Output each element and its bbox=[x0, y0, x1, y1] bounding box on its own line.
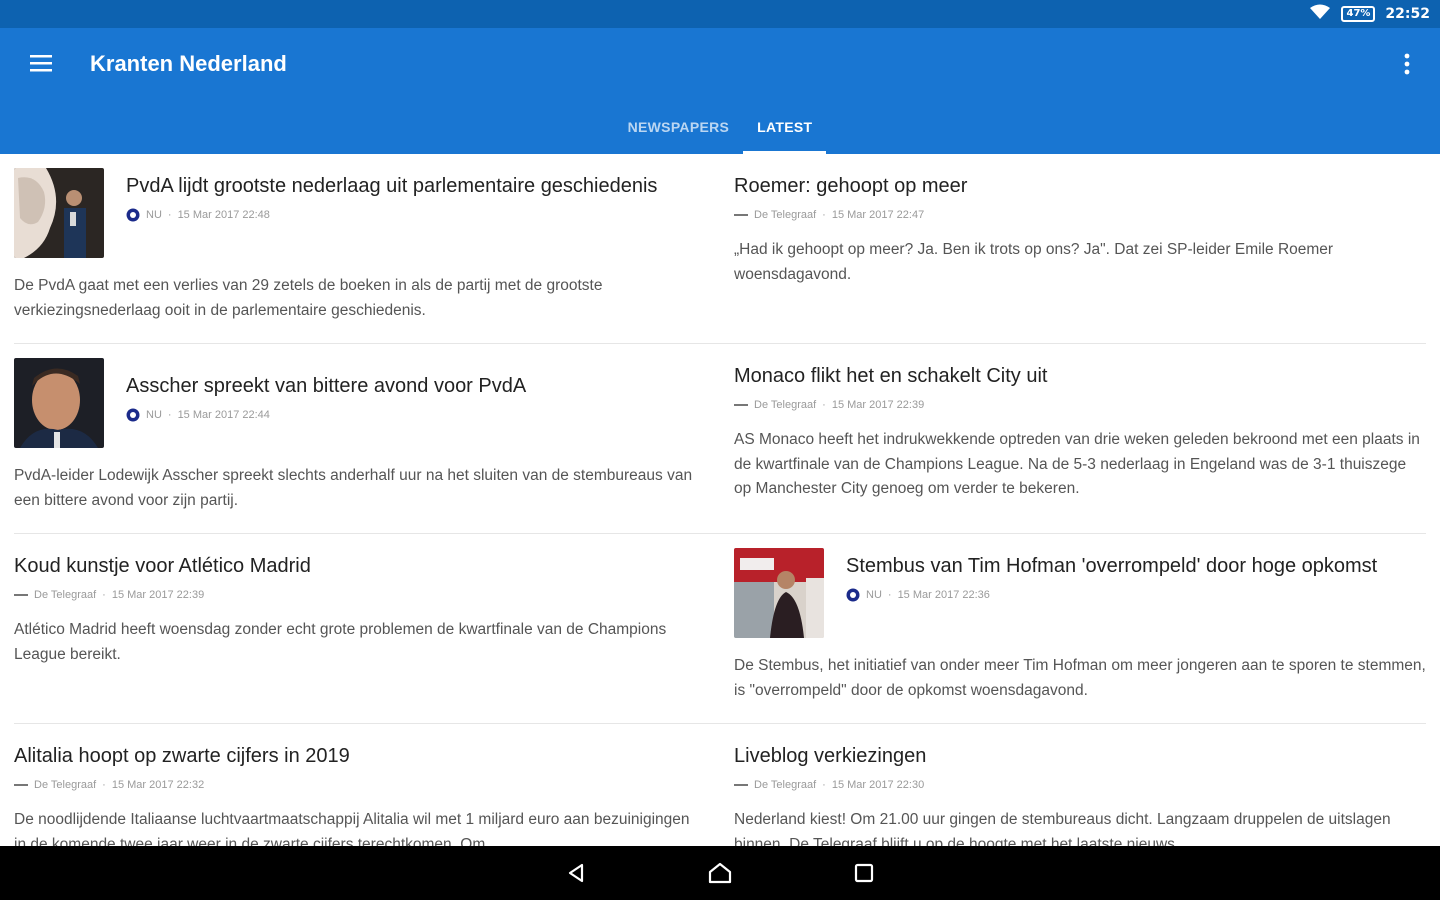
article-title: Koud kunstje voor Atlético Madrid bbox=[14, 555, 311, 577]
article-meta: De Telegraaf · 15 Mar 2017 22:32 bbox=[14, 778, 700, 792]
article-title: Roemer: gehoopt op meer bbox=[734, 175, 968, 197]
meta-separator: · bbox=[887, 589, 892, 601]
home-icon bbox=[708, 862, 732, 884]
recents-button[interactable] bbox=[847, 856, 881, 890]
article-thumbnail bbox=[14, 358, 104, 448]
recents-icon bbox=[854, 863, 874, 883]
article-excerpt: „Had ik gehoopt op meer? Ja. Ben ik trot… bbox=[734, 241, 1334, 283]
article-card[interactable]: Koud kunstje voor Atlético Madrid De Tel… bbox=[0, 534, 720, 724]
article-excerpt: De Stembus, het initiatief van onder mee… bbox=[734, 657, 1426, 699]
telegraaf-logo-icon bbox=[734, 208, 748, 222]
article-date: 15 Mar 2017 22:39 bbox=[111, 589, 205, 601]
article-excerpt: PvdA-leider Lodewijk Asscher spreekt sle… bbox=[14, 467, 693, 509]
article-grid: PvdA lijdt grootste nederlaag uit parlem… bbox=[0, 154, 1440, 846]
app-title: Kranten Nederland bbox=[90, 51, 287, 76]
nu-logo-icon bbox=[846, 588, 860, 602]
tab-newspapers[interactable]: NEWSPAPERS bbox=[614, 114, 744, 154]
telegraaf-logo-icon bbox=[14, 778, 28, 792]
article-meta: NU · 15 Mar 2017 22:48 bbox=[126, 208, 700, 222]
article-card[interactable]: Monaco flikt het en schakelt City uit De… bbox=[720, 344, 1440, 534]
meta-separator: · bbox=[822, 779, 826, 791]
article-card[interactable]: Stembus van Tim Hofman 'overrompeld' doo… bbox=[720, 534, 1440, 724]
article-title: Asscher spreekt van bittere avond voor P… bbox=[126, 375, 527, 397]
menu-button[interactable] bbox=[24, 48, 58, 78]
more-vert-icon bbox=[1404, 53, 1410, 75]
article-excerpt: Atlético Madrid heeft woensdag zonder ec… bbox=[14, 621, 667, 663]
overflow-menu-button[interactable] bbox=[1394, 48, 1420, 80]
home-button[interactable] bbox=[703, 856, 737, 890]
meta-separator: · bbox=[102, 779, 106, 791]
news-feed: PvdA lijdt grootste nederlaag uit parlem… bbox=[0, 154, 1440, 846]
article-source: De Telegraaf bbox=[34, 779, 97, 791]
article-thumbnail bbox=[734, 548, 824, 638]
tab-bar: NEWSPAPERS LATEST bbox=[0, 114, 1440, 154]
telegraaf-logo-icon bbox=[734, 398, 748, 412]
app-bar: Kranten Nederland NEWSPAPERS LATEST bbox=[0, 28, 1440, 154]
back-icon bbox=[568, 863, 584, 883]
article-excerpt: AS Monaco heeft het indrukwekkende optre… bbox=[734, 431, 1420, 497]
nu-logo-icon bbox=[126, 408, 140, 422]
article-card[interactable]: Alitalia hoopt op zwarte cijfers in 2019… bbox=[0, 724, 720, 846]
back-button[interactable] bbox=[559, 856, 593, 890]
article-card[interactable]: PvdA lijdt grootste nederlaag uit parlem… bbox=[0, 154, 720, 344]
meta-separator: · bbox=[822, 399, 826, 411]
meta-separator: · bbox=[822, 209, 826, 221]
article-source: De Telegraaf bbox=[754, 399, 817, 411]
article-title: Alitalia hoopt op zwarte cijfers in 2019 bbox=[14, 745, 350, 767]
battery-indicator: 47% bbox=[1341, 6, 1376, 22]
article-meta: De Telegraaf · 15 Mar 2017 22:47 bbox=[734, 208, 1426, 222]
article-source: NU bbox=[866, 589, 882, 601]
article-source: NU bbox=[146, 209, 162, 221]
article-date: 15 Mar 2017 22:30 bbox=[831, 779, 925, 791]
article-card[interactable]: Asscher spreekt van bittere avond voor P… bbox=[0, 344, 720, 534]
article-meta: De Telegraaf · 15 Mar 2017 22:39 bbox=[14, 588, 700, 602]
article-date: 15 Mar 2017 22:48 bbox=[177, 209, 270, 221]
article-thumbnail bbox=[14, 168, 104, 258]
article-source: De Telegraaf bbox=[34, 589, 97, 601]
article-source: NU bbox=[146, 409, 162, 421]
wifi-icon bbox=[1309, 4, 1331, 24]
article-date: 15 Mar 2017 22:47 bbox=[831, 209, 925, 221]
battery-icon: 47% bbox=[1341, 6, 1376, 22]
clock: 22:52 bbox=[1385, 6, 1430, 22]
system-nav-bar bbox=[0, 846, 1440, 900]
article-excerpt: De PvdA gaat met een verlies van 29 zete… bbox=[14, 277, 603, 319]
article-title: PvdA lijdt grootste nederlaag uit parlem… bbox=[126, 175, 658, 197]
article-title: Stembus van Tim Hofman 'overrompeld' doo… bbox=[846, 555, 1378, 577]
meta-separator: · bbox=[167, 209, 172, 221]
article-date: 15 Mar 2017 22:36 bbox=[897, 589, 990, 601]
article-source: De Telegraaf bbox=[754, 779, 817, 791]
article-meta: NU · 15 Mar 2017 22:44 bbox=[126, 408, 700, 422]
article-date: 15 Mar 2017 22:32 bbox=[111, 779, 205, 791]
meta-separator: · bbox=[102, 589, 106, 601]
article-source: De Telegraaf bbox=[754, 209, 817, 221]
article-excerpt: Nederland kiest! Om 21.00 uur gingen de … bbox=[734, 811, 1391, 846]
telegraaf-logo-icon bbox=[14, 588, 28, 602]
article-date: 15 Mar 2017 22:39 bbox=[831, 399, 925, 411]
article-excerpt: De noodlijdende Italiaanse luchtvaartmaa… bbox=[14, 811, 690, 846]
article-card[interactable]: Roemer: gehoopt op meer De Telegraaf · 15 … bbox=[720, 154, 1440, 344]
article-title: Liveblog verkiezingen bbox=[734, 745, 927, 767]
status-bar: 47% 22:52 bbox=[0, 0, 1440, 28]
nu-logo-icon bbox=[126, 208, 140, 222]
meta-separator: · bbox=[167, 409, 172, 421]
hamburger-icon bbox=[30, 55, 52, 72]
article-meta: De Telegraaf · 15 Mar 2017 22:30 bbox=[734, 778, 1426, 792]
article-card[interactable]: Liveblog verkiezingen De Telegraaf · 15 Ma… bbox=[720, 724, 1440, 846]
article-title: Monaco flikt het en schakelt City uit bbox=[734, 365, 1048, 387]
article-date: 15 Mar 2017 22:44 bbox=[177, 409, 270, 421]
tab-latest[interactable]: LATEST bbox=[743, 114, 827, 154]
article-meta: De Telegraaf · 15 Mar 2017 22:39 bbox=[734, 398, 1426, 412]
article-meta: NU · 15 Mar 2017 22:36 bbox=[846, 588, 1426, 602]
telegraaf-logo-icon bbox=[734, 778, 748, 792]
